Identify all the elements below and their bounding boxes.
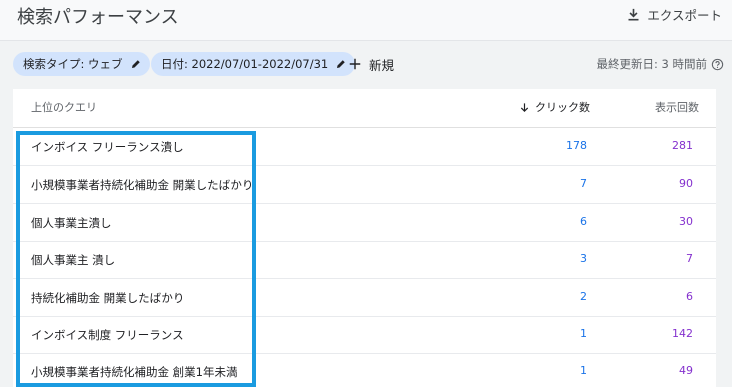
query-cell: インボイス制度 フリーランス <box>31 328 184 342</box>
clicks-cell: 6 <box>580 215 587 228</box>
arrow-down-icon <box>520 102 529 112</box>
page-header: 検索パフォーマンス エクスポート <box>0 0 732 41</box>
plus-icon <box>349 58 361 70</box>
pencil-icon[interactable] <box>130 58 142 70</box>
impressions-cell: 90 <box>679 177 693 190</box>
export-label: エクスポート <box>647 7 722 23</box>
query-cell: 小規模事業者持続化補助金 創業1年未満 <box>31 365 238 379</box>
column-header-clicks[interactable]: クリック数 <box>519 99 590 115</box>
queries-table: 上位のクエリ クリック数 表示回数 インボイス フリーランス潰し 178 281… <box>13 89 716 387</box>
search-type-filter-chip[interactable]: 検索タイプ: ウェブ <box>13 52 150 76</box>
clicks-cell: 178 <box>566 139 587 152</box>
column-header-impressions[interactable]: 表示回数 <box>655 99 699 115</box>
impressions-cell: 49 <box>679 364 693 377</box>
new-filter-button[interactable]: 新規 <box>348 52 394 76</box>
impressions-cell: 7 <box>686 252 693 265</box>
pencil-icon[interactable] <box>335 58 347 70</box>
help-circle-icon[interactable] <box>711 58 724 71</box>
page-title: 検索パフォーマンス <box>17 7 179 28</box>
table-header: 上位のクエリ クリック数 表示回数 <box>13 89 716 128</box>
export-button[interactable]: エクスポート <box>626 5 722 23</box>
table-row[interactable]: 持続化補助金 開業したばかり 2 6 <box>13 279 716 317</box>
new-filter-label: 新規 <box>369 57 395 73</box>
last-updated: 最終更新日: 3 時間前 <box>596 56 724 72</box>
clicks-cell: 1 <box>580 364 587 377</box>
last-updated-text: 最終更新日: 3 時間前 <box>596 57 707 71</box>
impressions-cell: 6 <box>686 290 693 303</box>
query-cell: 個人事業主潰し <box>31 216 112 230</box>
impressions-cell: 142 <box>672 327 693 340</box>
clicks-cell: 3 <box>580 252 587 265</box>
table-row[interactable]: インボイス制度 フリーランス 1 142 <box>13 316 716 354</box>
clicks-cell: 1 <box>580 327 587 340</box>
download-icon <box>628 8 639 20</box>
search-type-label: 検索タイプ: ウェブ <box>23 57 123 71</box>
query-cell: 個人事業主 潰し <box>31 253 116 267</box>
column-header-clicks-label: クリック数 <box>535 101 590 114</box>
impressions-cell: 30 <box>679 215 693 228</box>
clicks-cell: 2 <box>580 290 587 303</box>
query-cell: 持続化補助金 開業したばかり <box>31 291 185 305</box>
table-row[interactable]: 個人事業主 潰し 3 7 <box>13 241 716 279</box>
query-cell: 小規模事業者持続化補助金 開業したばかり <box>31 178 254 192</box>
impressions-cell: 281 <box>672 139 693 152</box>
date-filter-chip[interactable]: 日付: 2022/07/01-2022/07/31 <box>151 52 356 76</box>
table-row[interactable]: 個人事業主潰し 6 30 <box>13 204 716 242</box>
table-row[interactable]: 小規模事業者持続化補助金 創業1年未満 1 49 <box>13 353 716 387</box>
column-header-query: 上位のクエリ <box>31 101 97 114</box>
query-cell: インボイス フリーランス潰し <box>31 140 184 154</box>
clicks-cell: 7 <box>580 177 587 190</box>
date-label: 日付: 2022/07/01-2022/07/31 <box>161 57 329 71</box>
table-row[interactable]: 小規模事業者持続化補助金 開業したばかり 7 90 <box>13 166 716 204</box>
table-row[interactable]: インボイス フリーランス潰し 178 281 <box>13 128 716 166</box>
